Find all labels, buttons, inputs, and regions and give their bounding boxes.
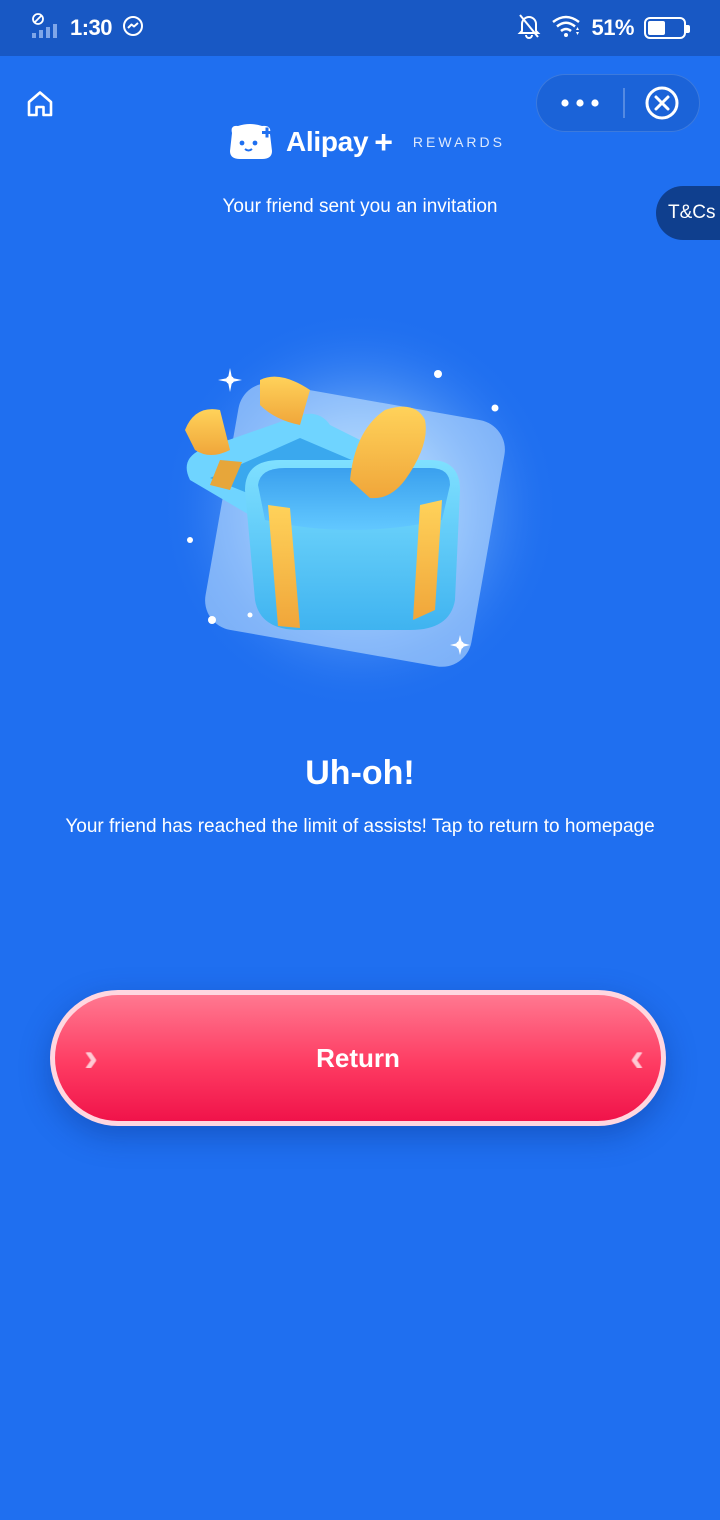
open-gift-box-image: [160, 310, 560, 710]
wifi-icon: [551, 14, 581, 43]
miniprogram-capsule: [536, 74, 700, 132]
brand-plus: +: [374, 123, 393, 160]
status-bar: 1:30 51%: [0, 0, 720, 56]
gift-illustration: [150, 310, 570, 710]
notifications-off-icon: [517, 13, 541, 44]
status-left: 1:30: [30, 12, 144, 45]
close-circle-icon: [645, 86, 679, 120]
tcs-tab[interactable]: T&Cs: [656, 186, 720, 240]
status-time: 1:30: [70, 15, 113, 40]
battery-level: [648, 21, 666, 35]
close-button[interactable]: [625, 74, 700, 132]
signal-icon: [30, 12, 60, 45]
home-button[interactable]: [22, 86, 58, 122]
messenger-icon: [122, 15, 144, 42]
battery-percent: 51%: [591, 15, 634, 40]
home-icon: [27, 91, 53, 117]
result-title: Uh-oh!: [305, 754, 415, 792]
more-dots-icon: [561, 99, 599, 107]
mascot-icon: [230, 124, 272, 159]
invitation-subtitle: Your friend sent you an invitation: [222, 196, 498, 217]
return-button[interactable]: ››› ‹‹‹ Return: [50, 990, 666, 1126]
return-button-body: ››› ‹‹‹ Return: [55, 995, 661, 1121]
brand-name: Alipay: [286, 126, 369, 157]
brand-logo: Alipay + REWARDS: [226, 120, 505, 164]
brand-tag: REWARDS: [412, 134, 505, 150]
status-right: 51%: [517, 13, 690, 44]
battery-icon: [644, 17, 690, 39]
result-message: Your friend has reached the limit of ass…: [65, 816, 655, 837]
return-label: Return: [316, 1042, 400, 1073]
more-options-button[interactable]: [537, 74, 623, 132]
